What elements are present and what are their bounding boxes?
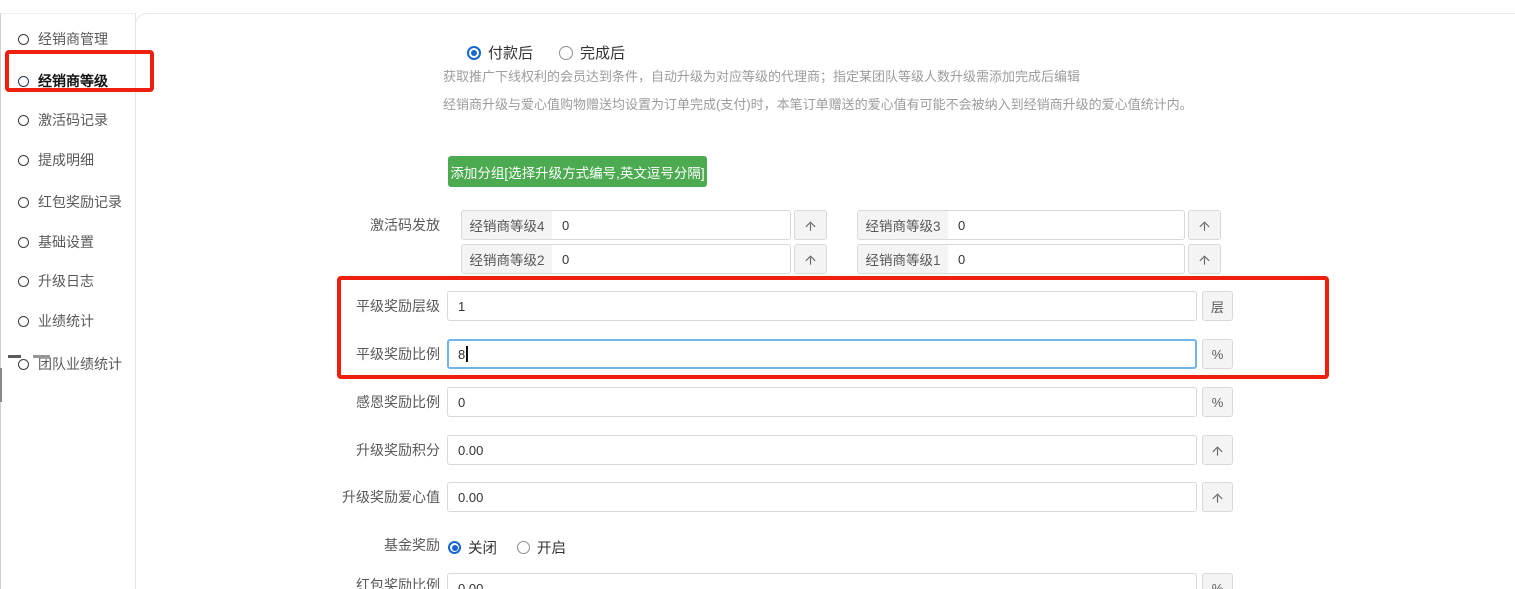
circle-icon <box>18 76 29 87</box>
radio-fund-off[interactable]: 关闭 <box>448 537 497 558</box>
dealer-level-2-field-label: 经销商等级2 <box>461 244 553 274</box>
arrow-up-icon <box>1210 443 1225 458</box>
peer-reward-ratio-label: 平级奖励比例 <box>140 344 440 364</box>
dealer-level-3-field-label: 经销商等级3 <box>857 210 949 240</box>
upgrade-reward-love-value-input[interactable] <box>447 482 1197 512</box>
sidebar-item-label: 红包奖励记录 <box>38 192 122 212</box>
sidebar-menu: 经销商管理 经销商等级 激活码记录 提成明细 红包奖励记录 基础设置 升级日志 <box>0 13 136 589</box>
dealer-level-4-field-label: 经销商等级4 <box>461 210 553 240</box>
circle-icon <box>18 237 29 248</box>
sidebar-item-label: 升级日志 <box>38 271 94 291</box>
red-packet-reward-ratio-input[interactable] <box>447 573 1197 589</box>
text-caret <box>466 346 468 362</box>
fund-reward-radio-group: 关闭 开启 <box>448 537 566 558</box>
dealer-level-2-stepper[interactable] <box>794 244 827 274</box>
gratitude-reward-ratio-label: 感恩奖励比例 <box>140 392 440 412</box>
radio-unselected-icon <box>517 541 530 554</box>
circle-icon <box>18 276 29 287</box>
dealer-level-4-input[interactable] <box>552 210 791 240</box>
radio-fund-off-label: 关闭 <box>468 537 497 558</box>
help-text-line-1: 获取推广下线权利的会员达到条件，自动升级为对应等级的代理商；指定某团队等级人数升… <box>443 66 1080 85</box>
radio-unselected-icon <box>559 46 573 60</box>
red-packet-reward-ratio-unit: % <box>1202 573 1233 589</box>
sidebar-item-activation-code-records[interactable]: 激活码记录 <box>18 109 108 131</box>
arrow-up-icon <box>803 218 818 233</box>
peer-reward-levels-label: 平级奖励层级 <box>140 296 440 316</box>
sidebar-item-red-packet-reward-records[interactable]: 红包奖励记录 <box>18 191 122 213</box>
circle-icon <box>18 316 29 327</box>
radio-fund-on-label: 开启 <box>537 537 566 558</box>
activation-code-row-label: 激活码发放 <box>140 215 440 235</box>
sidebar-item-label: 团队业绩统计 <box>38 354 122 374</box>
fund-reward-label: 基金奖励 <box>140 535 440 555</box>
dealer-level-1-input[interactable] <box>948 244 1185 274</box>
circle-icon <box>18 359 29 370</box>
dealer-level-4-stepper[interactable] <box>794 210 827 240</box>
circle-icon <box>18 155 29 166</box>
upgrade-reward-points-input[interactable] <box>447 435 1197 465</box>
gratitude-reward-ratio-unit: % <box>1202 387 1233 417</box>
dealer-level-settings-page: 付款后 完成后 获取推广下线权利的会员达到条件，自动升级为对应等级的代理商；指定… <box>0 0 1515 589</box>
sidebar-item-dealer-level[interactable]: 经销商等级 <box>18 70 108 92</box>
peer-reward-levels-input[interactable] <box>447 291 1197 321</box>
radio-fund-on[interactable]: 开启 <box>517 537 566 558</box>
dealer-level-3-stepper[interactable] <box>1188 210 1221 240</box>
circle-icon <box>18 197 29 208</box>
arrow-up-icon <box>803 252 818 267</box>
upgrade-reward-points-label: 升级奖励积分 <box>140 440 440 460</box>
sidebar-item-commission-details[interactable]: 提成明细 <box>18 149 94 171</box>
add-group-button[interactable]: 添加分组[选择升级方式编号,英文逗号分隔] <box>448 156 707 187</box>
sidebar-item-label: 业绩统计 <box>38 311 94 331</box>
help-text-line-2: 经销商升级与爱心值购物赠送均设置为订单完成(支付)时，本笔订单赠送的爱心值有可能… <box>443 94 1193 113</box>
peer-reward-ratio-unit: % <box>1202 339 1233 369</box>
upgrade-reward-love-value-label: 升级奖励爱心值 <box>140 487 440 507</box>
upgrade-timing-radio-group: 付款后 完成后 <box>467 42 625 63</box>
peer-reward-ratio-input[interactable]: 8 <box>447 339 1197 369</box>
dealer-level-1-stepper[interactable] <box>1188 244 1221 274</box>
radio-after-completion[interactable]: 完成后 <box>559 42 625 63</box>
circle-icon <box>18 34 29 45</box>
scrollbar-fragment <box>0 368 2 402</box>
sidebar-item-upgrade-log[interactable]: 升级日志 <box>18 270 94 292</box>
red-packet-reward-ratio-label: 红包奖励比例 <box>140 575 440 589</box>
sidebar-item-label: 经销商管理 <box>38 29 108 49</box>
sidebar-item-label: 激活码记录 <box>38 110 108 130</box>
screen-artifact <box>8 355 21 358</box>
peer-reward-ratio-value: 8 <box>458 347 465 362</box>
sidebar-item-label: 基础设置 <box>38 232 94 252</box>
dealer-level-3-input[interactable] <box>948 210 1185 240</box>
upgrade-reward-points-stepper[interactable] <box>1202 435 1233 465</box>
sidebar-item-dealer-management[interactable]: 经销商管理 <box>18 28 108 50</box>
sidebar-item-basic-settings[interactable]: 基础设置 <box>18 231 94 253</box>
sidebar-item-label: 提成明细 <box>38 150 94 170</box>
upgrade-reward-love-value-stepper[interactable] <box>1202 482 1233 512</box>
circle-icon <box>18 115 29 126</box>
arrow-up-icon <box>1210 490 1225 505</box>
dealer-level-1-field-label: 经销商等级1 <box>857 244 949 274</box>
sidebar-item-label: 经销商等级 <box>38 71 108 91</box>
radio-selected-icon <box>448 541 461 554</box>
peer-reward-levels-unit: 层 <box>1202 291 1233 321</box>
radio-after-payment[interactable]: 付款后 <box>467 42 533 63</box>
dealer-level-2-input[interactable] <box>552 244 791 274</box>
radio-selected-icon <box>467 46 481 60</box>
radio-after-payment-label: 付款后 <box>488 42 533 63</box>
arrow-up-icon <box>1197 218 1212 233</box>
screen-artifact <box>33 355 50 358</box>
sidebar-item-performance-stats[interactable]: 业绩统计 <box>18 310 94 332</box>
radio-after-completion-label: 完成后 <box>580 42 625 63</box>
gratitude-reward-ratio-input[interactable] <box>447 387 1197 417</box>
arrow-up-icon <box>1197 252 1212 267</box>
